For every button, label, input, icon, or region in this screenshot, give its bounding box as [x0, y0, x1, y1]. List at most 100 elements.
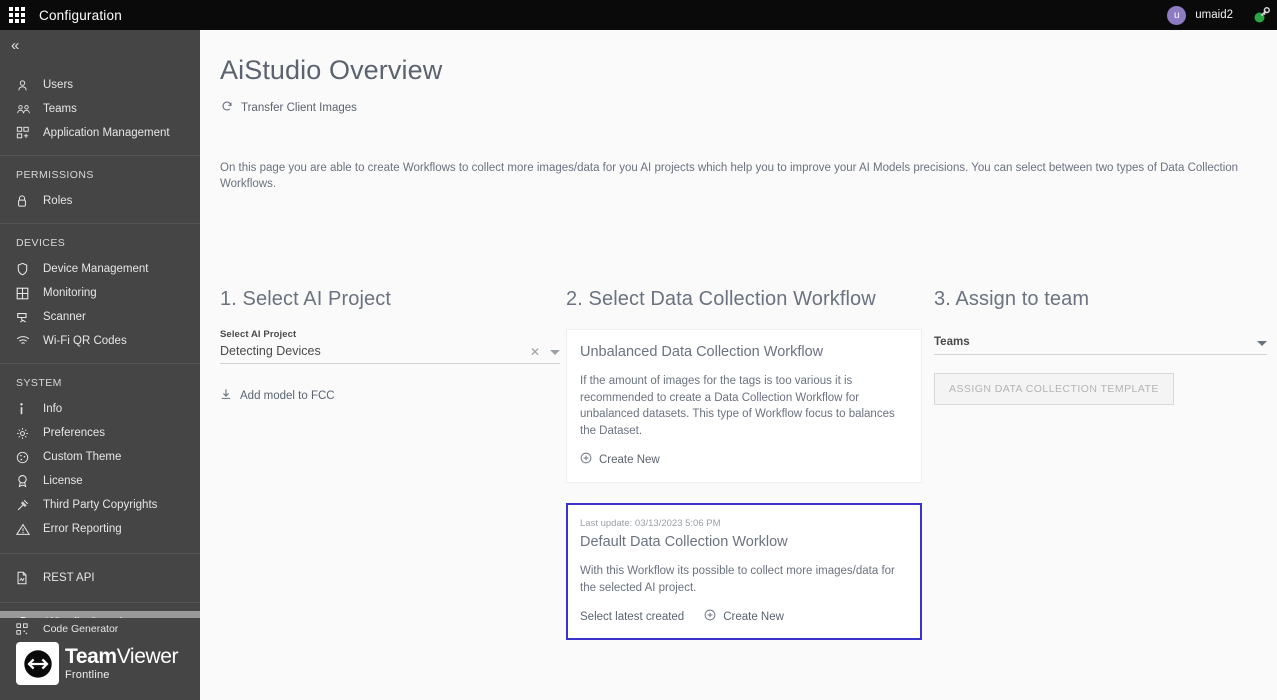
sidebar-item-label: Application Management: [43, 127, 170, 139]
column-select-workflow: 2. Select Data Collection Workflow Unbal…: [566, 288, 922, 640]
create-new-label: Create New: [723, 611, 784, 623]
plus-circle-icon: [704, 608, 716, 626]
add-model-label: Add model to FCC: [240, 390, 335, 402]
gavel-icon: [16, 498, 33, 513]
info-icon: [16, 402, 33, 417]
card-last-update: Last update: 03/13/2023 5:06 PM: [580, 518, 721, 529]
wifi-icon: [16, 334, 33, 349]
transfer-client-images-button[interactable]: Transfer Client Images: [221, 99, 357, 117]
main-content: AiStudio Overview Transfer Client Images…: [200, 30, 1277, 700]
grid-monitor-icon: [16, 286, 33, 301]
sidebar-item-label: Preferences: [43, 427, 106, 439]
teamviewer-arrows-icon: [16, 642, 59, 685]
gear-icon: [16, 426, 33, 441]
sidebar-section-permissions: PERMISSIONS: [16, 168, 94, 181]
sidebar-item-custom-theme[interactable]: Custom Theme: [0, 445, 200, 469]
code-generator-label: Code Generator: [43, 623, 119, 635]
sidebar-collapse-button[interactable]: «: [0, 30, 200, 61]
card-body: With this Workflow its possible to colle…: [580, 565, 895, 594]
page-title: AiStudio Overview: [220, 55, 443, 85]
column-1-heading: 1. Select AI Project: [220, 288, 391, 310]
sidebar-item-license[interactable]: License: [0, 469, 200, 493]
application-root: Configuration u umaid2 « Users Teams App…: [0, 0, 1277, 700]
column-3-heading: 3. Assign to team: [934, 288, 1090, 310]
sidebar-item-application-management[interactable]: Application Management: [0, 121, 200, 145]
create-new-button[interactable]: Create New: [704, 608, 784, 626]
teamviewer-logo: TeamViewer Frontline: [0, 642, 200, 685]
avatar[interactable]: u: [1167, 5, 1187, 25]
sidebar-item-label: Teams: [43, 103, 77, 115]
sidebar-item-label: License: [43, 475, 83, 487]
sidebar-item-error-reporting[interactable]: Error Reporting: [0, 517, 200, 541]
username-label[interactable]: umaid2: [1195, 9, 1233, 21]
select-latest-created-label: Select latest created: [580, 611, 685, 623]
sidebar-item-info[interactable]: Info: [0, 397, 200, 421]
sidebar-item-roles[interactable]: Roles: [0, 189, 200, 213]
sidebar-section-system: SYSTEM: [16, 376, 62, 389]
workflow-card-default[interactable]: Last update: 03/13/2023 5:06 PM Default …: [566, 503, 922, 640]
brand-light: Viewer: [116, 645, 179, 668]
card-actions: Create New: [580, 451, 908, 469]
users-group-icon: [16, 102, 33, 117]
teams-select[interactable]: Teams: [934, 336, 1267, 355]
add-model-to-fcc-button[interactable]: Add model to FCC: [220, 387, 560, 405]
plug-connected-icon[interactable]: [1247, 0, 1277, 30]
ai-project-value: Detecting Devices: [220, 344, 321, 358]
sidebar-item-label: REST API: [43, 572, 95, 584]
sidebar-item-scanner[interactable]: Scanner: [0, 305, 200, 329]
chevron-double-left-icon: «: [11, 37, 20, 54]
chevron-down-icon[interactable]: [1257, 341, 1267, 346]
sidebar-item-preferences[interactable]: Preferences: [0, 421, 200, 445]
ai-project-field-label: Select AI Project: [220, 329, 297, 340]
api-document-icon: [16, 571, 33, 586]
ai-project-field-actions: ✕: [530, 346, 560, 358]
sidebar-item-label: Roles: [43, 195, 73, 207]
top-bar: Configuration u umaid2: [0, 0, 1277, 30]
teams-label: Teams: [934, 336, 970, 348]
chevron-down-icon[interactable]: [550, 349, 560, 355]
create-new-button[interactable]: Create New: [580, 451, 660, 469]
sidebar-item-teams[interactable]: Teams: [0, 97, 200, 121]
application-management-icon: [16, 126, 33, 141]
close-icon[interactable]: ✕: [530, 346, 540, 358]
top-bar-right: u umaid2: [1167, 0, 1277, 30]
sidebar-item-monitoring[interactable]: Monitoring: [0, 281, 200, 305]
sidebar-item-label: Error Reporting: [43, 523, 122, 535]
workflow-card-unbalanced[interactable]: Unbalanced Data Collection Workflow If t…: [566, 329, 922, 483]
lock-icon: [16, 194, 33, 209]
transfer-client-images-label: Transfer Client Images: [241, 102, 357, 114]
sidebar-item-device-management[interactable]: Device Management: [0, 257, 200, 281]
sidebar-item-label: Scanner: [43, 311, 86, 323]
sidebar-footer: Code Generator TeamViewer Frontline: [0, 618, 200, 700]
sidebar-item-rest-api[interactable]: REST API: [0, 566, 200, 590]
column-select-ai-project: 1. Select AI Project Select AI Project D…: [220, 288, 560, 405]
license-badge-icon: [16, 474, 33, 489]
brand-subtitle: Frontline: [65, 669, 110, 681]
sidebar-item-label: Info: [43, 403, 63, 415]
sidebar-item-label: Wi-Fi QR Codes: [43, 335, 127, 347]
palette-icon: [16, 450, 33, 465]
sidebar-item-code-generator[interactable]: Code Generator: [0, 618, 200, 640]
plus-circle-icon: [580, 451, 592, 469]
select-latest-created-button[interactable]: Select latest created: [580, 611, 684, 623]
qr-code-icon: [16, 622, 33, 637]
shield-icon: [16, 262, 33, 277]
column-assign-to-team: 3. Assign to team Teams ASSIGN DATA COLL…: [934, 288, 1267, 405]
user-icon: [16, 78, 33, 93]
refresh-icon: [221, 99, 233, 117]
card-title: Default Data Collection Worklow: [580, 534, 788, 550]
brand-bold: Team: [65, 645, 117, 668]
sidebar-item-label: Custom Theme: [43, 451, 122, 463]
sidebar-section-devices: DEVICES: [16, 236, 66, 249]
sidebar-item-users[interactable]: Users: [0, 73, 200, 97]
intro-paragraph: On this page you are able to create Work…: [220, 162, 1239, 190]
sidebar-item-label: Device Management: [43, 263, 149, 275]
sidebar-item-label: Users: [43, 79, 74, 91]
ai-project-select[interactable]: Select AI Project Detecting Devices ✕: [220, 329, 560, 364]
teamviewer-wordmark: TeamViewer Frontline: [65, 645, 179, 681]
sidebar-item-wifi-qr-codes[interactable]: Wi-Fi QR Codes: [0, 329, 200, 353]
sidebar-item-third-party-copyrights[interactable]: Third Party Copyrights: [0, 493, 200, 517]
assign-data-collection-template-button[interactable]: ASSIGN DATA COLLECTION TEMPLATE: [934, 373, 1174, 405]
app-grid-icon[interactable]: [9, 7, 25, 23]
card-actions: Select latest created Create New: [580, 608, 908, 626]
